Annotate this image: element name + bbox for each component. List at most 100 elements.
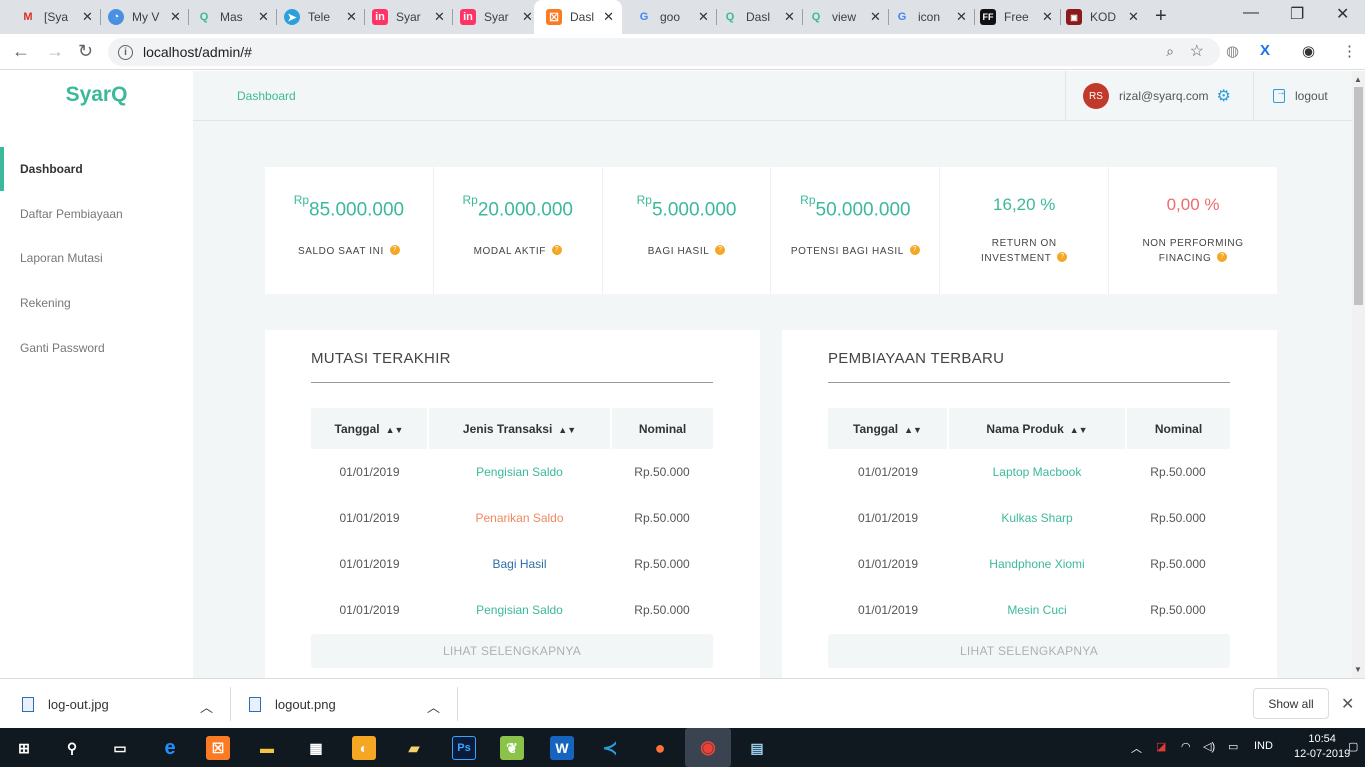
minimize-icon[interactable]: —	[1243, 4, 1259, 22]
column-header[interactable]: Tanggal ▲▼	[311, 408, 429, 449]
info-icon[interactable]: i	[118, 44, 133, 60]
help-icon[interactable]: ?	[551, 245, 562, 256]
search-icon[interactable]: ⚲	[60, 736, 84, 760]
new-tab-icon[interactable]: +	[1155, 5, 1167, 28]
chevron-up-icon[interactable]: ︿	[200, 697, 213, 716]
close-icon[interactable]: ✕	[1128, 9, 1139, 25]
window-close-icon[interactable]: ✕	[1336, 4, 1349, 24]
close-icon[interactable]: ✕	[698, 9, 709, 25]
photoshop-icon[interactable]: Ps	[452, 736, 476, 760]
browser-tab[interactable]: FF Free ✕	[968, 0, 1061, 34]
logout-button[interactable]: logout	[1273, 71, 1328, 121]
close-icon[interactable]: ✕	[784, 9, 795, 25]
close-icon[interactable]: ✕	[870, 9, 881, 25]
store-icon[interactable]: ▦	[304, 736, 328, 760]
vscode-icon[interactable]: ≺	[598, 736, 622, 760]
browser-tab[interactable]: ▣ KOD ✕	[1054, 0, 1147, 34]
wifi-icon[interactable]: ◠	[1181, 740, 1191, 753]
browser-tab[interactable]: ➤ Tele ✕	[272, 0, 365, 34]
browser-tab[interactable]: Q Dasl ✕	[710, 0, 803, 34]
firefox-icon[interactable]: ●	[648, 736, 672, 760]
help-icon[interactable]: ?	[1057, 252, 1068, 263]
back-icon[interactable]: ←	[12, 41, 30, 62]
download-item[interactable]: logout.png	[249, 679, 336, 729]
close-icon[interactable]: ✕	[346, 9, 357, 25]
close-icon[interactable]: ✕	[434, 9, 445, 25]
column-header[interactable]: Jenis Transaksi ▲▼	[428, 408, 612, 449]
antivirus-icon[interactable]: ◪	[1156, 740, 1166, 753]
keyboard-icon[interactable]: ▭	[1228, 740, 1238, 753]
notification-icon[interactable]: ▢	[1348, 740, 1358, 753]
volume-icon[interactable]: ◁)	[1203, 740, 1215, 753]
breadcrumb[interactable]: Dashboard	[237, 89, 296, 103]
browser-tab[interactable]: Q Mas ✕	[184, 0, 277, 34]
reload-icon[interactable]: ↻	[78, 41, 93, 62]
language-indicator[interactable]: IND	[1254, 740, 1273, 752]
globe-icon[interactable]: ◍	[1226, 42, 1239, 60]
file-explorer-icon[interactable]: ▬	[255, 736, 279, 760]
help-icon[interactable]: ?	[1217, 252, 1228, 263]
close-icon[interactable]: ✕	[258, 9, 269, 25]
browser-tab[interactable]: ◔ My V ✕	[96, 0, 189, 34]
close-icon[interactable]: ✕	[82, 9, 93, 25]
sidebar-item-dashboard[interactable]: Dashboard	[0, 147, 193, 191]
browser-tab[interactable]: M [Sya ✕	[8, 0, 101, 34]
browser-tab[interactable]: in Syar ✕	[448, 0, 541, 34]
page-scrollbar[interactable]: ▲ ▼	[1352, 71, 1365, 678]
zoom-icon[interactable]: ⌕	[1166, 43, 1174, 60]
windows-start-icon[interactable]: ⊞	[12, 736, 36, 760]
browser-tab[interactable]: in Syar ✕	[360, 0, 453, 34]
download-item[interactable]: log-out.jpg	[22, 679, 109, 729]
folder-icon[interactable]: ▰	[402, 736, 426, 760]
help-icon[interactable]: ?	[389, 245, 400, 256]
browser-tab-active[interactable]: ☒ Dasl ✕	[534, 0, 622, 34]
user-menu[interactable]: RS rizal@syarq.com ⚙	[1065, 71, 1254, 121]
column-header[interactable]: Nama Produk ▲▼	[948, 408, 1127, 449]
gear-icon[interactable]: ⚙	[1217, 86, 1231, 106]
browser-tab[interactable]: Qview ✕	[796, 0, 889, 34]
browser-tab[interactable]: Gicon ✕	[882, 0, 975, 34]
profile-icon[interactable]: ◉	[1302, 42, 1315, 60]
column-header[interactable]: Tanggal ▲▼	[828, 408, 949, 449]
close-icon[interactable]: ✕	[170, 9, 181, 25]
stat-label: MODAL AKTIF	[473, 246, 546, 257]
xampp-icon[interactable]: ☒	[206, 736, 230, 760]
sidebar-item-daftar-pembiayaan[interactable]: Daftar Pembiayaan	[0, 192, 193, 236]
forward-icon[interactable]: →	[46, 41, 64, 62]
image-file-icon	[249, 696, 261, 712]
close-icon[interactable]: ✕	[1341, 694, 1354, 714]
browser-tab[interactable]: Ggoo ✕	[624, 0, 717, 34]
close-icon[interactable]: ✕	[522, 9, 533, 25]
scrollbar-thumb[interactable]	[1354, 87, 1363, 305]
close-icon[interactable]: ✕	[1042, 9, 1053, 25]
bookmark-star-icon[interactable]: ☆	[1190, 41, 1204, 61]
close-icon[interactable]: ✕	[603, 9, 614, 25]
stat-value: 85.000.000	[309, 199, 405, 221]
sidebar-item-rekening[interactable]: Rekening	[0, 281, 193, 325]
clock[interactable]: 10:54 12-07-2019	[1294, 732, 1350, 762]
show-all-button[interactable]: Show all	[1253, 688, 1329, 719]
logo[interactable]: SyarQ	[0, 83, 193, 107]
close-icon[interactable]: ✕	[956, 9, 967, 25]
sidebar-item-ganti-password[interactable]: Ganti Password	[0, 326, 193, 370]
shield-app-icon[interactable]: W	[550, 736, 574, 760]
uc-browser-icon[interactable]: ◐	[352, 736, 376, 760]
edge-icon[interactable]: e	[158, 736, 182, 760]
chevron-up-icon[interactable]: ︿	[1131, 740, 1142, 756]
url-input[interactable]: i localhost/admin/# ⌕ ☆	[108, 38, 1220, 66]
menu-dots-icon[interactable]: ⋮	[1342, 42, 1357, 60]
maximize-icon[interactable]: ❐	[1290, 4, 1304, 24]
notepad-icon[interactable]: ▤	[745, 736, 769, 760]
x-extension-icon[interactable]: X	[1260, 42, 1270, 59]
task-view-icon[interactable]: ▭	[108, 736, 132, 760]
scroll-up-icon[interactable]: ▲	[1354, 75, 1362, 84]
see-more-button[interactable]: LIHAT SELENGKAPNYA	[311, 634, 713, 668]
chrome-icon[interactable]: ◉	[685, 728, 731, 767]
chevron-up-icon[interactable]: ︿	[427, 697, 440, 716]
help-icon[interactable]: ?	[715, 245, 726, 256]
see-more-button[interactable]: LIHAT SELENGKAPNYA	[828, 634, 1230, 668]
sidebar-item-laporan-mutasi[interactable]: Laporan Mutasi	[0, 236, 193, 280]
help-icon[interactable]: ?	[909, 245, 920, 256]
scroll-down-icon[interactable]: ▼	[1354, 665, 1362, 674]
leaf-app-icon[interactable]: ❦	[500, 736, 524, 760]
